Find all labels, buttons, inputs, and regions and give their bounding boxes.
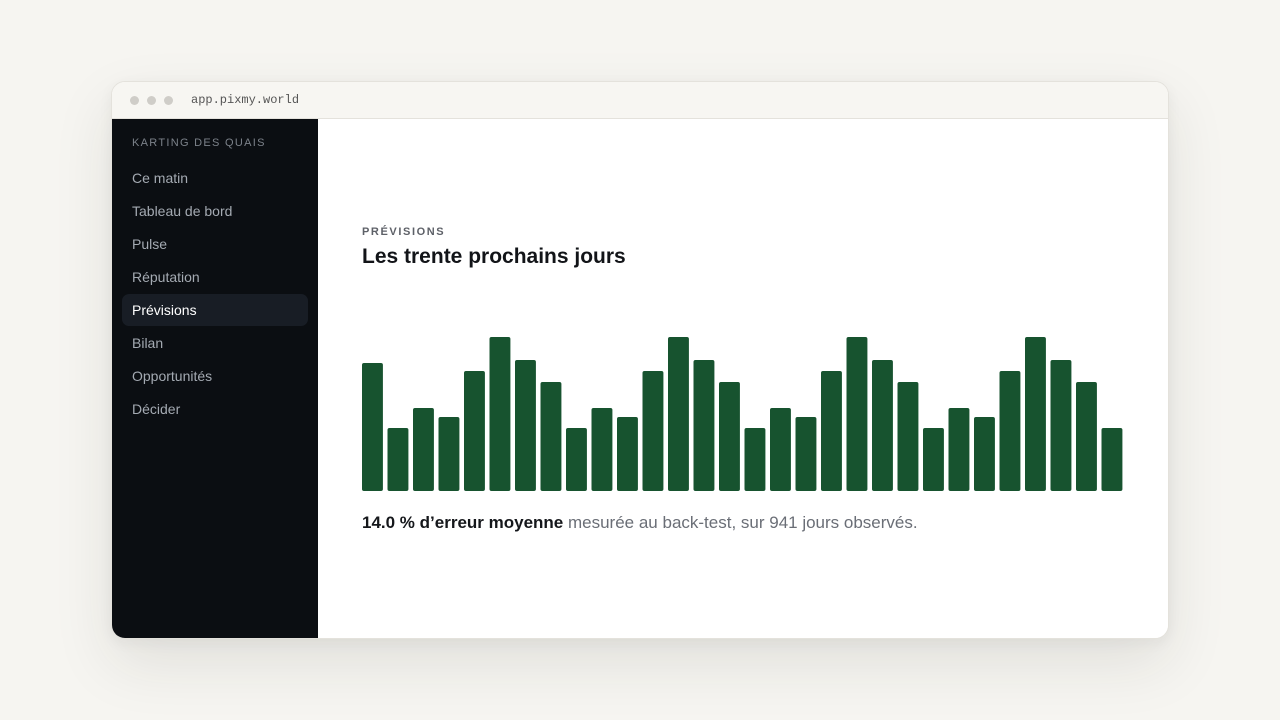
forecast-bar-day-26: [999, 371, 1021, 491]
forecast-bar-day-2: [387, 428, 409, 491]
forecast-error-value: 14.0 % d’erreur moyenne: [362, 513, 564, 532]
forecast-bar-day-13: [668, 337, 689, 491]
forecast-bar-day-8: [540, 382, 562, 491]
forecast-bar-day-20: [846, 337, 868, 491]
page-title: Les trente prochains jours: [362, 245, 626, 268]
sidebar-item-previsions[interactable]: Prévisions: [122, 294, 308, 326]
forecast-bar-day-7: [515, 360, 536, 491]
forecast-bar-day-4: [438, 417, 460, 491]
window-minimize-dot[interactable]: [147, 96, 156, 105]
forecast-bar-day-22: [897, 382, 919, 491]
sidebar-item-reputation[interactable]: Réputation: [122, 261, 308, 293]
forecast-bar-day-27: [1025, 337, 1046, 491]
forecast-bar-day-24: [948, 408, 970, 491]
window-close-dot[interactable]: [130, 96, 139, 105]
sidebar-item-bilan[interactable]: Bilan: [122, 327, 308, 359]
forecast-bar-day-16: [744, 428, 766, 491]
forecast-bar-day-14: [693, 360, 715, 491]
sidebar-item-ce-matin[interactable]: Ce matin: [122, 162, 308, 194]
forecast-bar-day-21: [872, 360, 893, 491]
main-content: PRÉVISIONS Les trente prochains jours 14…: [318, 119, 1168, 638]
forecast-bar-day-29: [1076, 382, 1097, 491]
window-titlebar: app.pixmy.world: [112, 82, 1168, 119]
brand-name: KARTING DES QUAIS: [132, 137, 266, 149]
app-window: app.pixmy.world KARTING DES QUAIS Ce mat…: [111, 81, 1169, 639]
forecast-bar-day-6: [489, 337, 511, 491]
forecast-bar-day-5: [464, 371, 485, 491]
address-url[interactable]: app.pixmy.world: [191, 93, 299, 107]
sidebar-item-tableau-de-bord[interactable]: Tableau de bord: [122, 195, 308, 227]
forecast-bar-day-19: [821, 371, 842, 491]
forecast-bar-day-28: [1050, 360, 1072, 491]
sidebar-item-pulse[interactable]: Pulse: [122, 228, 308, 260]
section-eyebrow: PRÉVISIONS: [362, 226, 446, 238]
forecast-bar-day-1: [362, 363, 383, 491]
sidebar-item-opportunites[interactable]: Opportunités: [122, 360, 308, 392]
forecast-bar-day-3: [413, 408, 434, 491]
forecast-bar-day-17: [770, 408, 791, 491]
forecast-bar-day-12: [642, 371, 664, 491]
forecast-summary-detail: mesurée au back-test, sur 941 jours obse…: [563, 513, 918, 532]
forecast-bar-chart: [362, 337, 1123, 491]
forecast-bar-day-23: [923, 428, 944, 491]
sidebar: KARTING DES QUAIS Ce matin Tableau de bo…: [112, 119, 318, 638]
forecast-bar-day-9: [566, 428, 587, 491]
sidebar-item-decider[interactable]: Décider: [122, 393, 308, 425]
forecast-bar-day-25: [974, 417, 995, 491]
forecast-bar-day-10: [591, 408, 613, 491]
forecast-bar-day-30: [1101, 428, 1123, 491]
window-maximize-dot[interactable]: [164, 96, 173, 105]
forecast-summary: 14.0 % d’erreur moyenne mesurée au back-…: [362, 512, 918, 534]
forecast-bar-day-18: [795, 417, 817, 491]
forecast-bar-day-15: [719, 382, 740, 491]
forecast-bar-day-11: [617, 417, 638, 491]
